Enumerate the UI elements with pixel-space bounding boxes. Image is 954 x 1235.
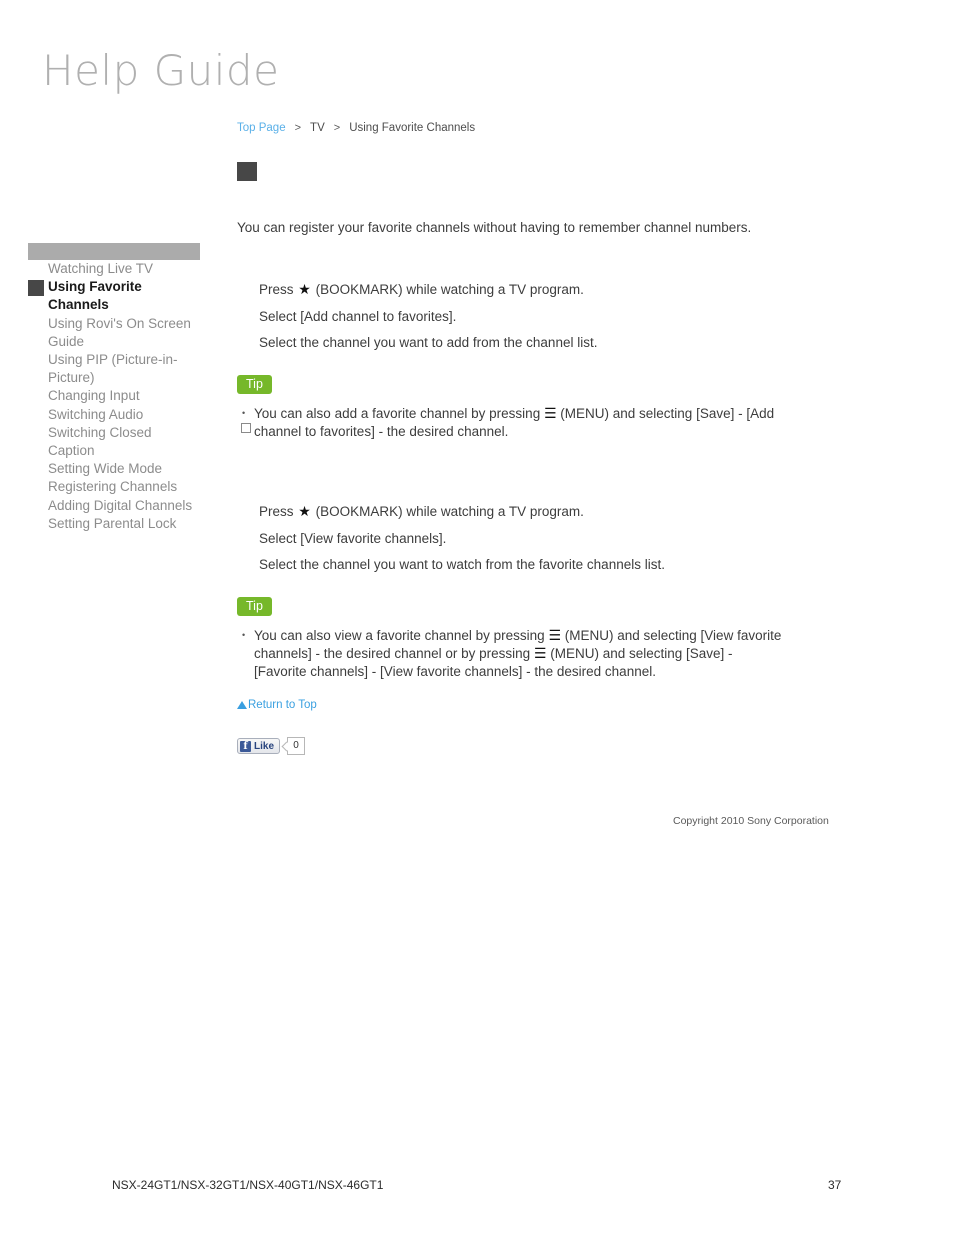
sidebar-item[interactable]: Using Favorite Channels [28, 278, 200, 314]
step-item: Select [Add channel to favorites]. [259, 308, 457, 324]
star-icon: ★ [298, 503, 311, 519]
sidebar: Watching Live TV Using Favorite Channels U… [28, 243, 200, 533]
step-text-suffix: (BOOKMARK) while watching a TV program. [311, 282, 584, 297]
menu-icon: ☰ [543, 406, 557, 422]
broken-image-placeholder [241, 423, 251, 433]
sidebar-item[interactable]: Using Rovi's On Screen Guide [28, 315, 200, 351]
footer-page-number: 37 [828, 1178, 842, 1192]
sidebar-item[interactable]: Using PIP (Picture-in-Picture) [28, 351, 200, 387]
sidebar-item-label: Watching Live TV [48, 261, 154, 276]
step-text-suffix: (BOOKMARK) while watching a TV program. [311, 504, 584, 519]
step-item: Press ★ (BOOKMARK) while watching a TV p… [259, 502, 819, 521]
sidebar-item[interactable]: Adding Digital Channels [28, 497, 200, 515]
tip-body: You can also add a favorite channel by p… [237, 404, 797, 441]
sidebar-item-label: Using PIP (Picture-in-Picture) [48, 352, 178, 386]
step-item: Select the channel you want to watch fro… [259, 557, 665, 572]
steps-view-favorite: Press ★ (BOOKMARK) while watching a TV p… [259, 502, 819, 583]
sidebar-item[interactable]: Switching Audio [28, 406, 200, 424]
sidebar-header-bar [28, 243, 200, 260]
sidebar-item-label: Setting Wide Mode [48, 461, 163, 477]
tip-bullet-item: You can also view a favorite channel by … [237, 626, 784, 681]
sidebar-active-marker-icon [28, 280, 44, 297]
sidebar-item-label: Using Favorite Channels [48, 279, 146, 313]
return-to-top-label: Return to Top [248, 699, 317, 711]
step-text-prefix: Press [259, 504, 298, 519]
breadcrumb-separator: > [294, 122, 302, 134]
sidebar-item[interactable]: Switching Closed Caption [28, 424, 200, 460]
step-item: Select the channel you want to add from … [259, 335, 598, 350]
facebook-icon: f [240, 740, 251, 752]
sidebar-list: Watching Live TV Using Favorite Channels U… [28, 260, 200, 533]
tip-block-add: Tip You can also add a favorite channel … [237, 375, 797, 441]
breadcrumb-current-page: Using Favorite Channels [349, 122, 476, 134]
sidebar-item[interactable]: Setting Parental Lock [28, 515, 200, 533]
facebook-like-button[interactable]: f Like [237, 738, 281, 754]
tip-badge: Tip [237, 375, 272, 394]
sidebar-item-label: Switching Closed Caption [48, 424, 156, 459]
star-icon: ★ [298, 281, 311, 297]
facebook-like-widget: f Like 0 [237, 737, 306, 755]
breadcrumb-link-top-page[interactable]: Top Page [237, 122, 286, 134]
tip-block-view: Tip You can also view a favorite channel… [237, 597, 797, 681]
step-item: Press ★ (BOOKMARK) while watching a TV p… [259, 280, 819, 299]
step-text-prefix: Press [259, 282, 298, 297]
sidebar-item[interactable]: Changing Input [28, 387, 200, 405]
copyright-text: Copyright 2010 Sony Corporation [673, 815, 829, 827]
sidebar-item-label: Switching Audio [48, 406, 144, 422]
sidebar-item[interactable]: Setting Wide Mode [28, 460, 200, 478]
footer-model-numbers: NSX-24GT1/NSX-32GT1/NSX-40GT1/NSX-46GT1 [112, 1178, 384, 1192]
step-item: Select [View favorite channels]. [259, 530, 447, 546]
sidebar-item-label: Setting Parental Lock [48, 515, 177, 531]
intro-paragraph: You can register your favorite channels … [237, 219, 752, 235]
help-guide-logo: Help Guide [42, 46, 280, 95]
tip-bullet-item: You can also add a favorite channel by p… [237, 404, 784, 441]
sidebar-item[interactable]: Registering Channels [28, 478, 200, 496]
sidebar-item-label: Adding Digital Channels [48, 497, 193, 513]
tip-text-part-1: You can also view a favorite channel by … [254, 628, 549, 643]
sidebar-item-label: Using Rovi's On Screen Guide [48, 315, 195, 349]
menu-icon: ☰ [548, 628, 561, 644]
breadcrumb-separator: > [333, 122, 341, 134]
steps-add-favorite: Press ★ (BOOKMARK) while watching a TV p… [259, 280, 819, 361]
triangle-up-icon [237, 701, 247, 709]
facebook-like-label: Like [254, 740, 275, 752]
sidebar-item-label: Registering Channels [48, 479, 178, 495]
tip-badge: Tip [237, 597, 272, 616]
tip-body: You can also view a favorite channel by … [237, 626, 797, 681]
facebook-like-count: 0 [287, 737, 306, 755]
sidebar-item-label: Changing Input [48, 388, 140, 404]
sidebar-item[interactable]: Watching Live TV [28, 260, 200, 278]
page-title-image-placeholder [237, 162, 257, 181]
breadcrumb: Top Page > TV > Using Favorite Channels [237, 121, 475, 135]
menu-icon: ☰ [533, 646, 547, 662]
tip-text-part-1: You can also add a favorite channel by p… [254, 406, 544, 421]
return-to-top-link[interactable]: Return to Top [237, 698, 317, 712]
breadcrumb-link-tv[interactable]: TV [310, 122, 325, 134]
